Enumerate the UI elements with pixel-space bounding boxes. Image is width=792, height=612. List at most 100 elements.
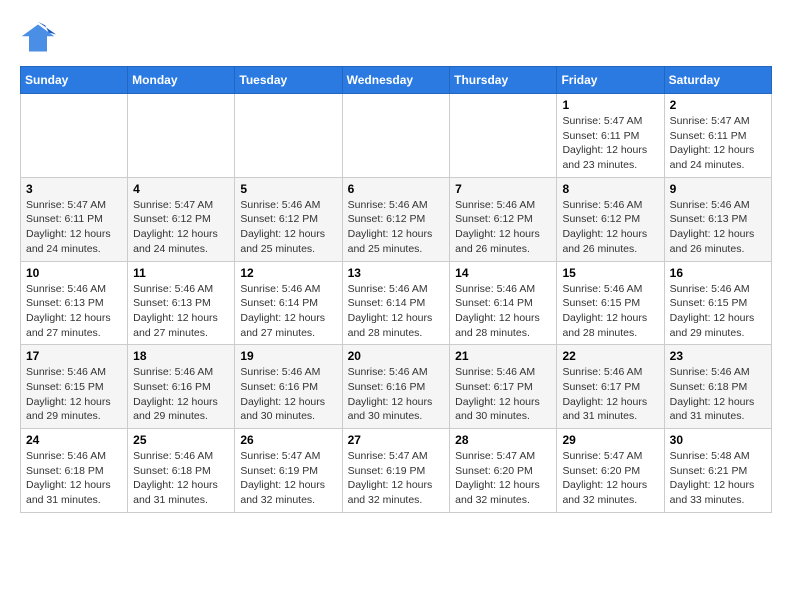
calendar-cell: 7 Sunrise: 5:46 AM Sunset: 6:12 PM Daylig…: [450, 177, 557, 261]
calendar-cell: 19 Sunrise: 5:46 AM Sunset: 6:16 PM Dayli…: [235, 345, 342, 429]
day-info: Sunrise: 5:46 AM Sunset: 6:15 PM Dayligh…: [562, 282, 658, 341]
calendar-header-row: SundayMondayTuesdayWednesdayThursdayFrid…: [21, 67, 772, 94]
calendar-cell: 21 Sunrise: 5:46 AM Sunset: 6:17 PM Dayli…: [450, 345, 557, 429]
day-info: Sunrise: 5:46 AM Sunset: 6:14 PM Dayligh…: [240, 282, 336, 341]
day-info: Sunrise: 5:46 AM Sunset: 6:12 PM Dayligh…: [455, 198, 551, 257]
day-number: 19: [240, 349, 336, 363]
column-header-wednesday: Wednesday: [342, 67, 450, 94]
calendar-cell: 17 Sunrise: 5:46 AM Sunset: 6:15 PM Dayli…: [21, 345, 128, 429]
day-info: Sunrise: 5:46 AM Sunset: 6:15 PM Dayligh…: [670, 282, 766, 341]
day-number: 4: [133, 182, 229, 196]
day-info: Sunrise: 5:46 AM Sunset: 6:14 PM Dayligh…: [348, 282, 445, 341]
day-number: 11: [133, 266, 229, 280]
calendar-cell: 26Sunrise: 5:47 AM Sunset: 6:19 PM Dayli…: [235, 429, 342, 513]
calendar-cell: 24 Sunrise: 5:46 AM Sunset: 6:18 PM Dayli…: [21, 429, 128, 513]
day-number: 25: [133, 433, 229, 447]
day-number: 13: [348, 266, 445, 280]
day-number: 28: [455, 433, 551, 447]
page-header: [20, 20, 772, 56]
calendar-week-row: 10 Sunrise: 5:46 AM Sunset: 6:13 PM Dayli…: [21, 261, 772, 345]
day-number: 26: [240, 433, 336, 447]
calendar-cell: 22Sunrise: 5:46 AM Sunset: 6:17 PM Dayli…: [557, 345, 664, 429]
calendar-cell: 8 Sunrise: 5:46 AM Sunset: 6:12 PM Daylig…: [557, 177, 664, 261]
calendar-cell: 23 Sunrise: 5:46 AM Sunset: 6:18 PM Dayli…: [664, 345, 771, 429]
calendar-cell: 1 Sunrise: 5:47 AM Sunset: 6:11 PM Daylig…: [557, 94, 664, 178]
day-number: 22: [562, 349, 658, 363]
day-info: Sunrise: 5:48 AM Sunset: 6:21 PM Dayligh…: [670, 449, 766, 508]
day-number: 2: [670, 98, 766, 112]
day-number: 9: [670, 182, 766, 196]
day-number: 5: [240, 182, 336, 196]
day-info: Sunrise: 5:47 AM Sunset: 6:11 PM Dayligh…: [26, 198, 122, 257]
logo-bird-icon: [20, 20, 56, 56]
calendar-cell: [235, 94, 342, 178]
day-number: 20: [348, 349, 445, 363]
day-number: 14: [455, 266, 551, 280]
day-number: 10: [26, 266, 122, 280]
day-info: Sunrise: 5:46 AM Sunset: 6:13 PM Dayligh…: [670, 198, 766, 257]
day-info: Sunrise: 5:46 AM Sunset: 6:18 PM Dayligh…: [26, 449, 122, 508]
calendar-cell: [21, 94, 128, 178]
day-number: 18: [133, 349, 229, 363]
day-info: Sunrise: 5:46 AM Sunset: 6:16 PM Dayligh…: [133, 365, 229, 424]
day-info: Sunrise: 5:46 AM Sunset: 6:17 PM Dayligh…: [455, 365, 551, 424]
calendar-week-row: 3 Sunrise: 5:47 AM Sunset: 6:11 PM Daylig…: [21, 177, 772, 261]
day-number: 7: [455, 182, 551, 196]
calendar-cell: 10 Sunrise: 5:46 AM Sunset: 6:13 PM Dayli…: [21, 261, 128, 345]
day-info: Sunrise: 5:46 AM Sunset: 6:16 PM Dayligh…: [240, 365, 336, 424]
calendar-cell: 3 Sunrise: 5:47 AM Sunset: 6:11 PM Daylig…: [21, 177, 128, 261]
day-info: Sunrise: 5:46 AM Sunset: 6:13 PM Dayligh…: [133, 282, 229, 341]
day-info: Sunrise: 5:46 AM Sunset: 6:12 PM Dayligh…: [348, 198, 445, 257]
calendar-cell: 13 Sunrise: 5:46 AM Sunset: 6:14 PM Dayli…: [342, 261, 450, 345]
day-number: 29: [562, 433, 658, 447]
day-number: 8: [562, 182, 658, 196]
calendar-table: SundayMondayTuesdayWednesdayThursdayFrid…: [20, 66, 772, 513]
calendar-cell: 29 Sunrise: 5:47 AM Sunset: 6:20 PM Dayli…: [557, 429, 664, 513]
column-header-saturday: Saturday: [664, 67, 771, 94]
day-info: Sunrise: 5:47 AM Sunset: 6:20 PM Dayligh…: [562, 449, 658, 508]
calendar-cell: 25Sunrise: 5:46 AM Sunset: 6:18 PM Dayli…: [128, 429, 235, 513]
column-header-friday: Friday: [557, 67, 664, 94]
calendar-cell: [342, 94, 450, 178]
calendar-cell: 16 Sunrise: 5:46 AM Sunset: 6:15 PM Dayli…: [664, 261, 771, 345]
day-info: Sunrise: 5:46 AM Sunset: 6:14 PM Dayligh…: [455, 282, 551, 341]
day-number: 12: [240, 266, 336, 280]
column-header-monday: Monday: [128, 67, 235, 94]
calendar-week-row: 1 Sunrise: 5:47 AM Sunset: 6:11 PM Daylig…: [21, 94, 772, 178]
calendar-cell: 28 Sunrise: 5:47 AM Sunset: 6:20 PM Dayli…: [450, 429, 557, 513]
day-info: Sunrise: 5:46 AM Sunset: 6:12 PM Dayligh…: [240, 198, 336, 257]
day-info: Sunrise: 5:47 AM Sunset: 6:11 PM Dayligh…: [670, 114, 766, 173]
calendar-cell: 20Sunrise: 5:46 AM Sunset: 6:16 PM Dayli…: [342, 345, 450, 429]
day-info: Sunrise: 5:46 AM Sunset: 6:12 PM Dayligh…: [562, 198, 658, 257]
day-number: 17: [26, 349, 122, 363]
calendar-cell: 15 Sunrise: 5:46 AM Sunset: 6:15 PM Dayli…: [557, 261, 664, 345]
day-number: 15: [562, 266, 658, 280]
day-info: Sunrise: 5:47 AM Sunset: 6:11 PM Dayligh…: [562, 114, 658, 173]
day-number: 16: [670, 266, 766, 280]
day-info: Sunrise: 5:46 AM Sunset: 6:15 PM Dayligh…: [26, 365, 122, 424]
calendar-cell: 18 Sunrise: 5:46 AM Sunset: 6:16 PM Dayli…: [128, 345, 235, 429]
calendar-cell: [128, 94, 235, 178]
day-number: 27: [348, 433, 445, 447]
day-number: 6: [348, 182, 445, 196]
calendar-cell: 5 Sunrise: 5:46 AM Sunset: 6:12 PM Daylig…: [235, 177, 342, 261]
day-number: 23: [670, 349, 766, 363]
day-number: 1: [562, 98, 658, 112]
calendar-cell: 11 Sunrise: 5:46 AM Sunset: 6:13 PM Dayli…: [128, 261, 235, 345]
calendar-cell: 27Sunrise: 5:47 AM Sunset: 6:19 PM Dayli…: [342, 429, 450, 513]
day-number: 3: [26, 182, 122, 196]
logo: [20, 20, 60, 56]
calendar-cell: 9 Sunrise: 5:46 AM Sunset: 6:13 PM Daylig…: [664, 177, 771, 261]
calendar-cell: 6 Sunrise: 5:46 AM Sunset: 6:12 PM Daylig…: [342, 177, 450, 261]
column-header-thursday: Thursday: [450, 67, 557, 94]
day-info: Sunrise: 5:46 AM Sunset: 6:13 PM Dayligh…: [26, 282, 122, 341]
day-number: 21: [455, 349, 551, 363]
day-info: Sunrise: 5:46 AM Sunset: 6:18 PM Dayligh…: [670, 365, 766, 424]
day-number: 24: [26, 433, 122, 447]
calendar-cell: [450, 94, 557, 178]
day-info: Sunrise: 5:47 AM Sunset: 6:12 PM Dayligh…: [133, 198, 229, 257]
calendar-cell: 2 Sunrise: 5:47 AM Sunset: 6:11 PM Daylig…: [664, 94, 771, 178]
calendar-week-row: 17 Sunrise: 5:46 AM Sunset: 6:15 PM Dayli…: [21, 345, 772, 429]
day-info: Sunrise: 5:47 AM Sunset: 6:20 PM Dayligh…: [455, 449, 551, 508]
calendar-week-row: 24 Sunrise: 5:46 AM Sunset: 6:18 PM Dayli…: [21, 429, 772, 513]
